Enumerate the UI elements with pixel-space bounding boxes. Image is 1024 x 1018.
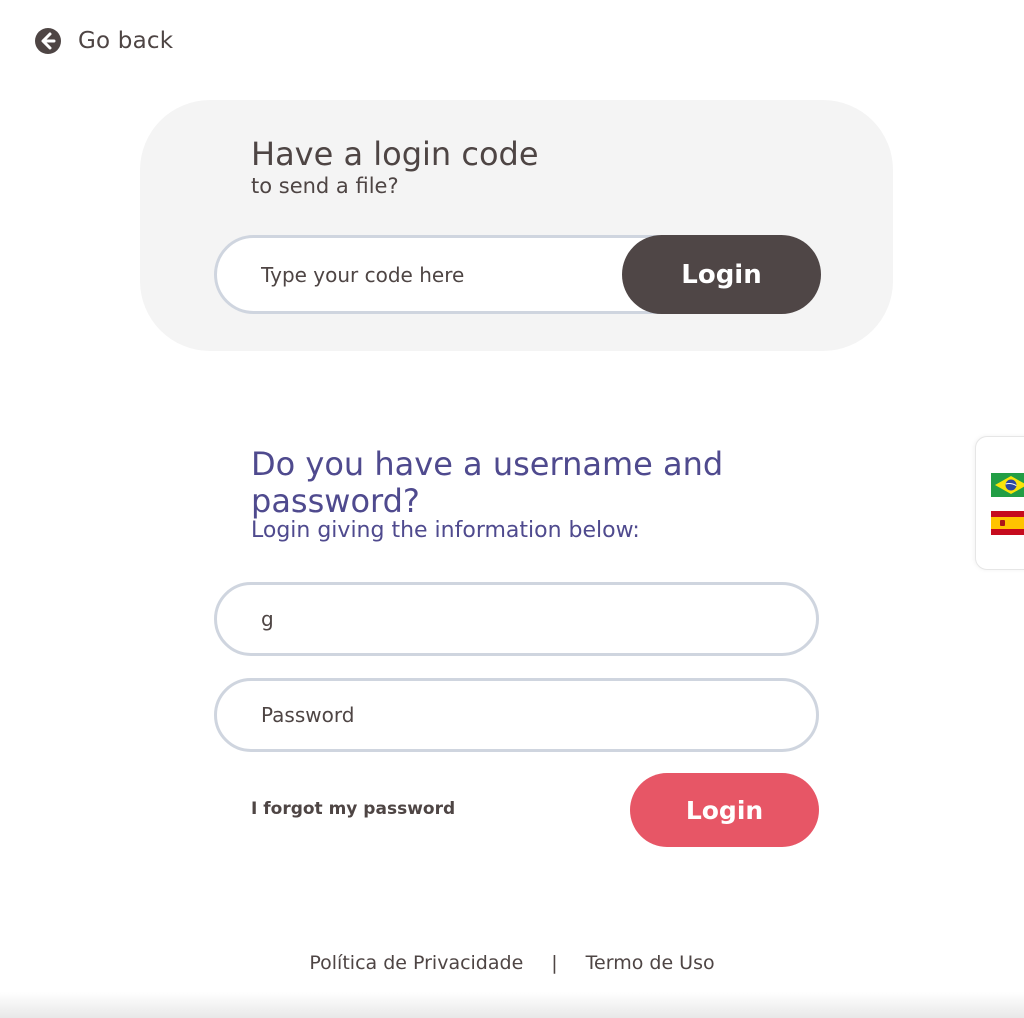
forgot-password-link[interactable]: I forgot my password	[251, 799, 455, 819]
credentials-title: Do you have a username and password?	[251, 445, 724, 520]
language-panel	[975, 436, 1024, 570]
footer-shade	[0, 992, 1024, 1018]
credentials-subtitle: Login giving the information below:	[251, 518, 640, 543]
password-input[interactable]	[214, 678, 819, 752]
code-login-button[interactable]: Login	[622, 235, 821, 314]
go-back-link[interactable]: Go back	[34, 27, 173, 55]
terms-of-use-link[interactable]: Termo de Uso	[586, 952, 715, 974]
footer: Política de Privacidade | Termo de Uso	[0, 952, 1024, 974]
brazil-flag-icon[interactable]	[991, 473, 1024, 497]
login-code-title: Have a login code	[251, 135, 539, 173]
spain-flag-icon[interactable]	[991, 511, 1024, 535]
login-code-subtitle: to send a file?	[251, 174, 399, 198]
username-input[interactable]	[214, 582, 819, 656]
footer-separator: |	[551, 952, 558, 974]
credentials-login-button[interactable]: Login	[630, 773, 819, 847]
arrow-left-circle-icon	[35, 28, 61, 54]
privacy-policy-link[interactable]: Política de Privacidade	[309, 952, 523, 974]
login-code-card: Have a login code to send a file? Login	[140, 100, 893, 351]
go-back-label: Go back	[78, 28, 174, 54]
